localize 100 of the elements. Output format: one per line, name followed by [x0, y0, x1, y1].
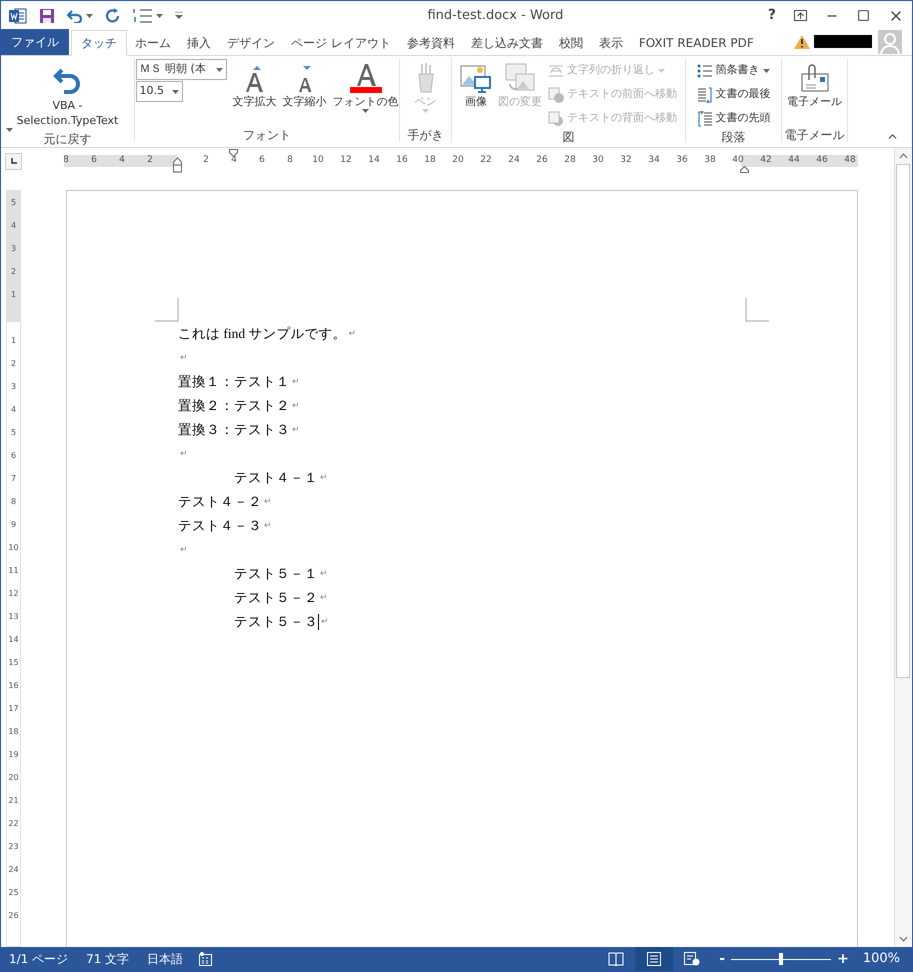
- paragraph-mark: ↵: [180, 447, 188, 460]
- save-icon[interactable]: [39, 8, 55, 24]
- ribbon-button[interactable]: 電子メール: [785, 58, 844, 109]
- ruler-number: 12: [339, 155, 353, 165]
- view-mode-button[interactable]: [635, 947, 674, 971]
- group-label: 元に戻す: [44, 132, 92, 146]
- ruler-number: 4: [230, 155, 238, 165]
- help-button[interactable]: ?: [768, 5, 776, 26]
- ruler-number: 26: [7, 910, 20, 922]
- ruler-number: 34: [647, 155, 661, 165]
- document-end-icon: [696, 86, 712, 102]
- ruler-number: 21: [7, 794, 20, 806]
- read-mode-icon: [608, 952, 624, 966]
- ribbon-button[interactable]: 文書の先頭: [696, 107, 770, 130]
- ribbon-tab[interactable]: ホーム: [127, 30, 179, 55]
- ruler-number: 17: [7, 702, 20, 714]
- ruler-number: 2: [202, 155, 210, 165]
- paragraph-text: 置換２：テスト２: [178, 396, 290, 415]
- paragraph-mark: ↵: [320, 471, 328, 484]
- ribbon-display-icon[interactable]: [794, 10, 807, 21]
- ruler-number: 1: [10, 288, 18, 300]
- undo-icon[interactable]: [67, 8, 83, 22]
- ruler-number: 10: [311, 155, 325, 165]
- paragraph-text: テスト５－２: [234, 588, 318, 607]
- ruler-number: 18: [7, 726, 20, 738]
- ribbon-tab[interactable]: 挿入: [179, 30, 219, 55]
- ribbon-tab[interactable]: 参考資料: [398, 30, 463, 55]
- caret-icon: [6, 128, 12, 132]
- ruler-number: 12: [7, 588, 20, 600]
- font-size-dropdown[interactable]: 10.5: [136, 81, 182, 102]
- group-label: 図: [562, 130, 574, 144]
- ruler-number: 3: [10, 380, 18, 392]
- ruler-number: 2: [146, 155, 154, 165]
- file-tab[interactable]: ファイル: [1, 29, 69, 55]
- font-name-dropdown[interactable]: ＭＳ 明朝 (本: [136, 59, 226, 80]
- ribbon-button[interactable]: 文字縮小: [280, 58, 328, 109]
- ribbon-button[interactable]: フォントの色: [330, 58, 400, 113]
- caret-icon: [422, 109, 429, 113]
- ruler-number: 6: [90, 155, 98, 165]
- ruler-number: 36: [675, 155, 689, 165]
- paragraph-text: 置換３：テスト３: [178, 420, 290, 439]
- scrollbar-thumb[interactable]: [896, 164, 910, 678]
- zoom-level[interactable]: 100%: [862, 949, 900, 969]
- zoom-out-button[interactable]: -: [719, 948, 726, 970]
- ruler-number: 25: [7, 886, 20, 898]
- ribbon-tab[interactable]: FOXIT READER PDF: [630, 30, 762, 55]
- zoom-slider-thumb[interactable]: [779, 953, 784, 965]
- macro-record-icon[interactable]: [199, 952, 214, 966]
- ruler-number: 26: [535, 155, 549, 165]
- ruler-number: 8: [286, 155, 294, 165]
- touch-mode-icon[interactable]: [133, 8, 153, 24]
- paragraph-mark: ↵: [320, 591, 328, 604]
- maximize-icon[interactable]: [857, 9, 870, 22]
- page-count[interactable]: 1/1 ページ: [9, 950, 68, 968]
- ruler-number: 8: [10, 496, 18, 508]
- ribbon-button[interactable]: 箇条書き: [696, 59, 770, 82]
- redo-icon[interactable]: [105, 8, 121, 24]
- language-indicator[interactable]: 日本語: [147, 950, 184, 968]
- ribbon-button[interactable]: 文書の最後: [696, 83, 770, 106]
- tab-selector[interactable]: [5, 152, 22, 170]
- first-line-indent-icon[interactable]: [229, 149, 238, 157]
- undo-button[interactable]: VBA - Selection.TypeText: [4, 58, 132, 132]
- ruler-number: 40: [731, 155, 745, 165]
- vertical-scrollbar[interactable]: [894, 148, 911, 947]
- ruler-number: 48: [843, 155, 857, 165]
- paragraph-text: 置換１：テスト１: [178, 372, 290, 391]
- ruler-number: 1: [10, 334, 18, 346]
- ribbon-tab[interactable]: ページ レイアウト: [283, 30, 399, 55]
- ruler-number: 28: [563, 155, 577, 165]
- group-label: フォント: [243, 128, 291, 142]
- bring-forward-icon: [548, 86, 564, 102]
- ruler-number: 10: [7, 542, 20, 554]
- window-title: find-test.docx - Word: [426, 6, 564, 25]
- ruler-number: 14: [7, 634, 20, 646]
- zoom-slider[interactable]: [731, 953, 832, 965]
- ribbon-tab[interactable]: デザイン: [219, 30, 283, 55]
- word-count[interactable]: 71 文字: [86, 950, 130, 968]
- ruler-number: 4: [10, 220, 18, 232]
- bullet-list-icon: [696, 62, 712, 78]
- ribbon-tab[interactable]: 差し込み文書: [462, 30, 551, 55]
- zoom-in-button[interactable]: +: [837, 948, 849, 970]
- caret-icon: [762, 68, 770, 72]
- ruler-number: 18: [423, 155, 437, 165]
- ribbon-tab[interactable]: タッチ: [71, 30, 127, 56]
- caret-icon: [216, 68, 222, 72]
- ruler-number: 11: [7, 564, 20, 576]
- print-layout-icon: [646, 952, 662, 966]
- ribbon-button[interactable]: 画像: [458, 58, 494, 109]
- ribbon-button[interactable]: 文字拡大: [230, 58, 278, 109]
- ruler-number: 32: [619, 155, 633, 165]
- ruler-number: 2: [10, 358, 18, 370]
- customize-menu-icon[interactable]: [175, 12, 183, 19]
- ruler-number: 4: [118, 155, 126, 165]
- paragraph-mark: ↵: [292, 399, 300, 412]
- ruler-number: 13: [7, 610, 20, 622]
- ruler-number: 44: [787, 155, 801, 165]
- ribbon-tab[interactable]: 校閲: [550, 30, 591, 55]
- caret-icon: [362, 109, 369, 113]
- warning-icon: [794, 35, 810, 49]
- ribbon-tab[interactable]: 表示: [590, 30, 631, 55]
